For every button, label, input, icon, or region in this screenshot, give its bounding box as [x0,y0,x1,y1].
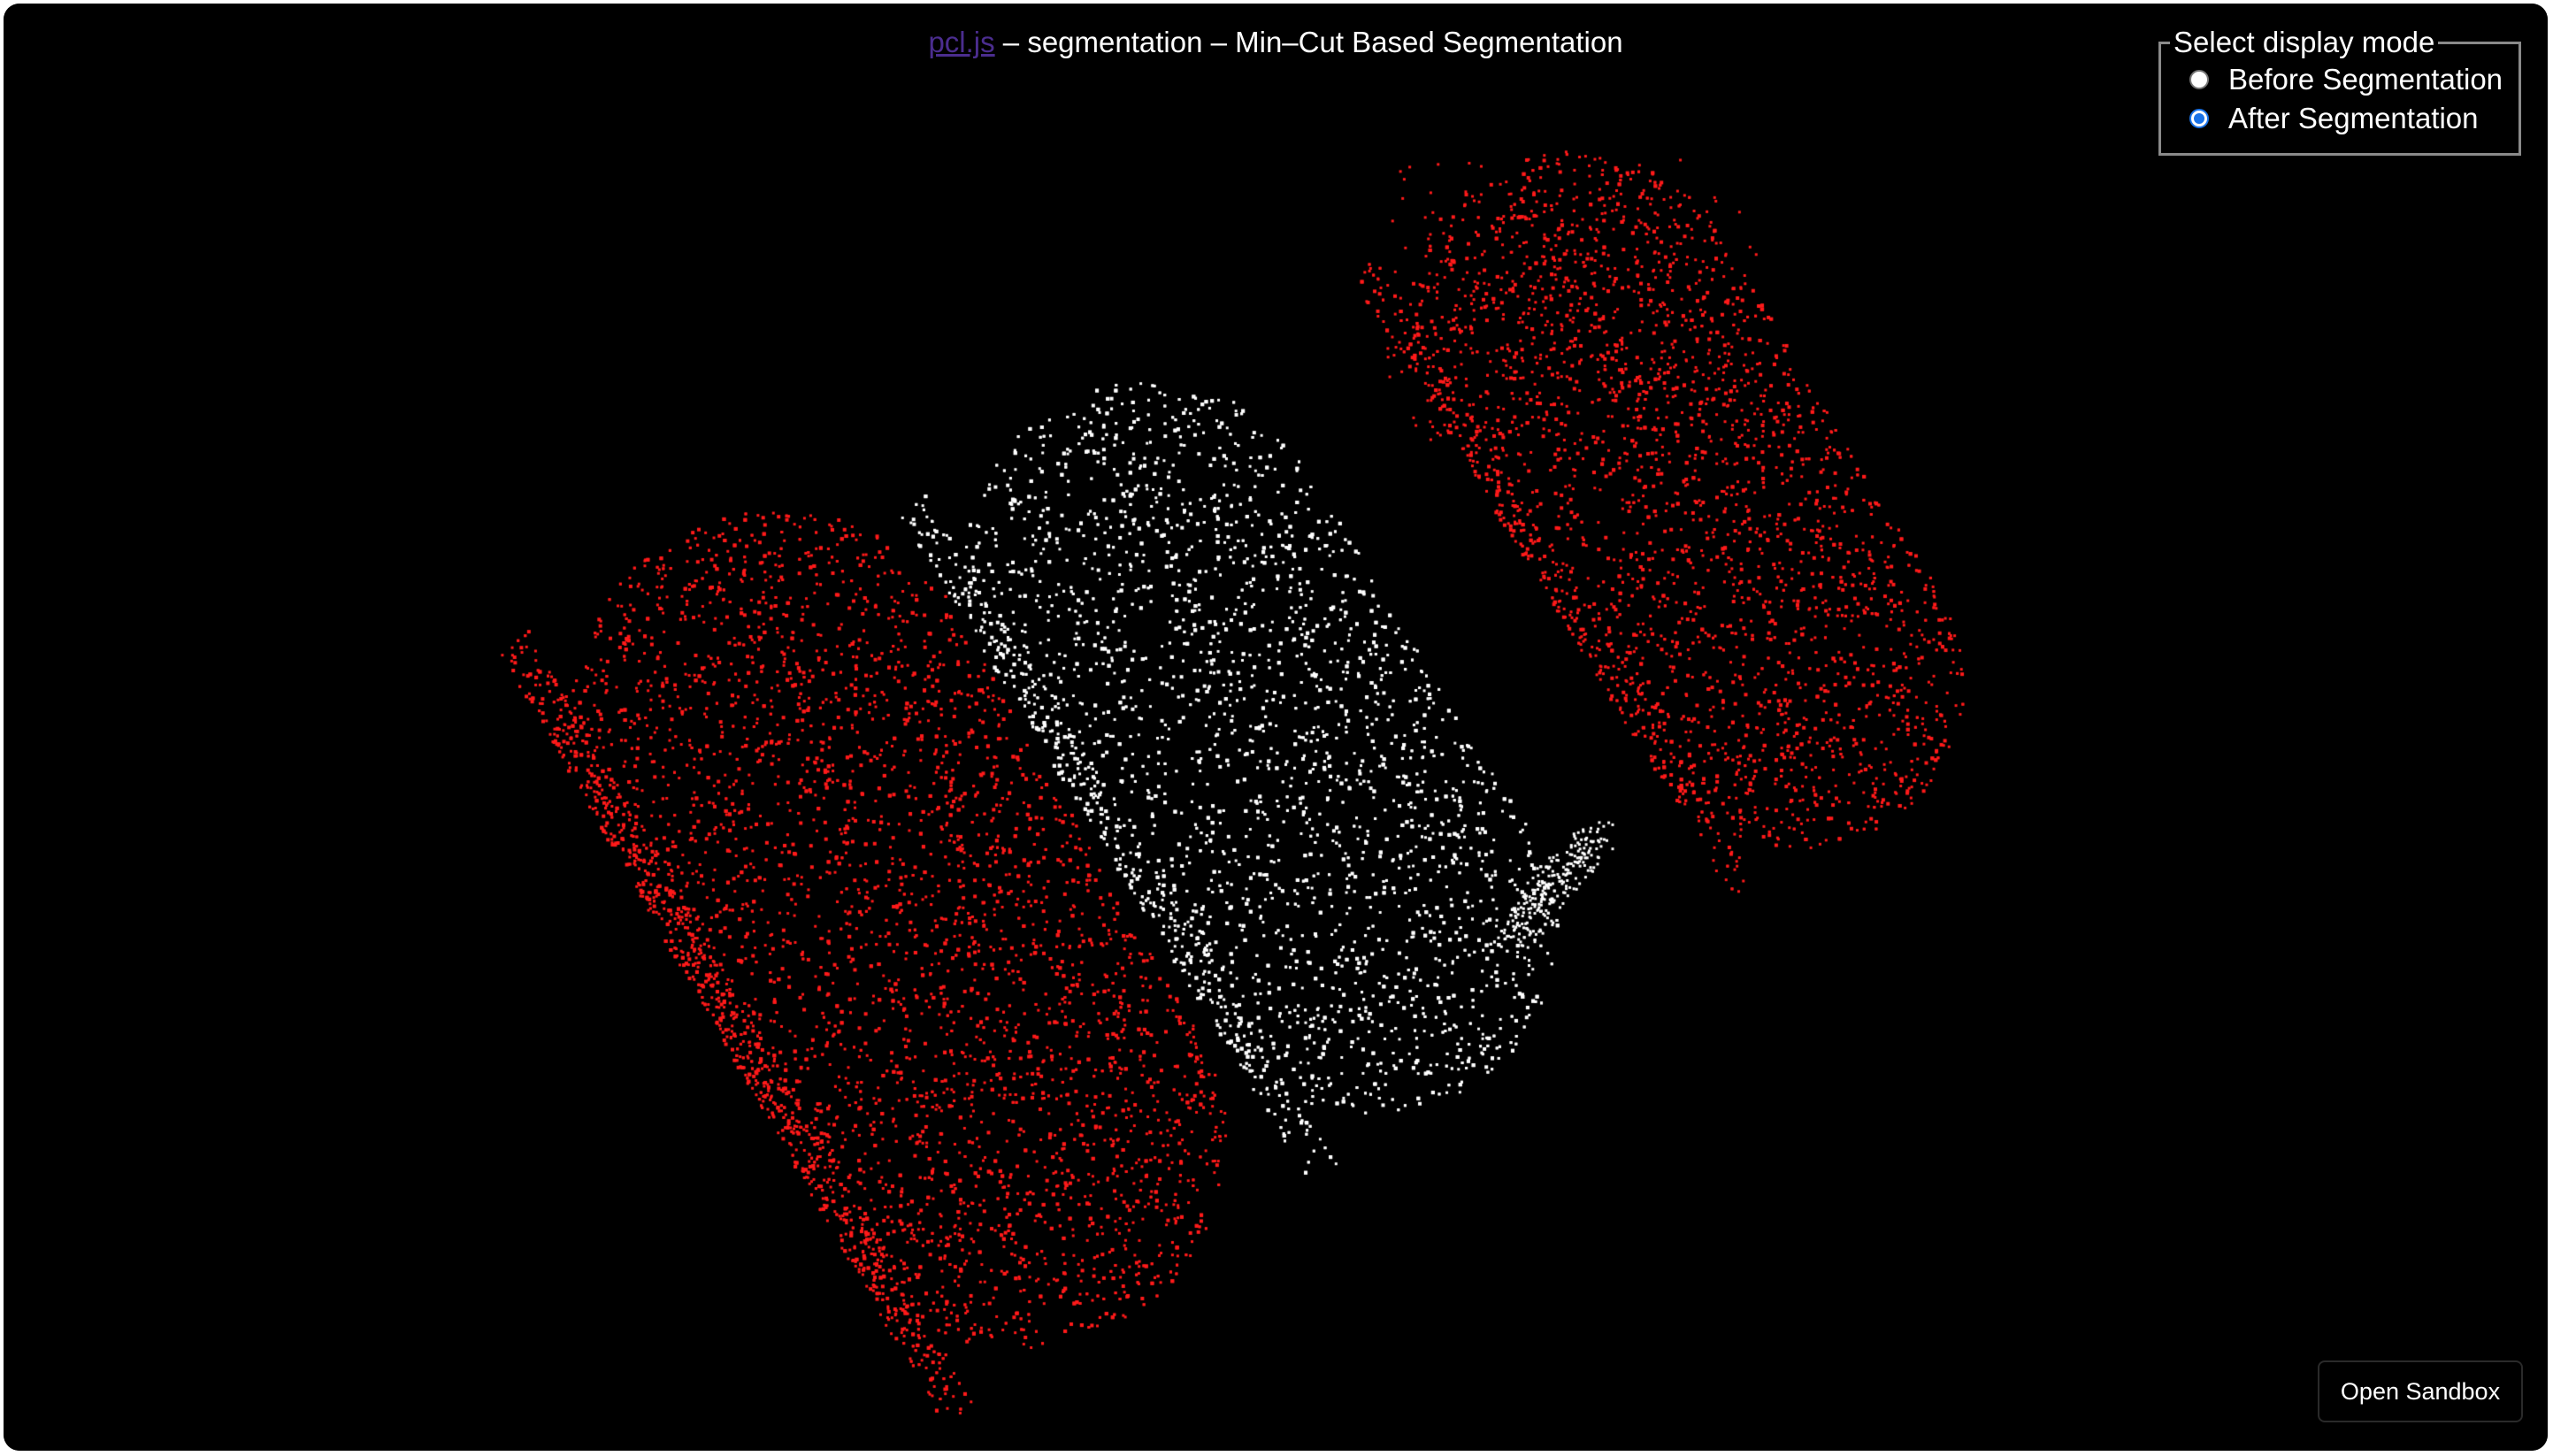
pcljs-link[interactable]: pcl.js [928,26,994,58]
display-mode-selector: Select display mode Before Segmentation … [2158,25,2521,156]
before-segmentation-label: Before Segmentation [2228,63,2503,96]
display-mode-legend: Select display mode [2174,26,2435,58]
option-before-segmentation[interactable]: Before Segmentation [2189,60,2518,99]
viewer-window: pcl.js – segmentation – Min–Cut Based Se… [4,4,2548,1451]
title-text: – segmentation – Min–Cut Based Segmentat… [994,26,1623,58]
after-segmentation-radio[interactable] [2189,109,2209,128]
point-cloud-canvas[interactable] [4,4,2548,1451]
after-segmentation-label: After Segmentation [2228,102,2479,134]
open-sandbox-button[interactable]: Open Sandbox [2318,1360,2523,1422]
option-after-segmentation[interactable]: After Segmentation [2189,99,2518,138]
before-segmentation-radio[interactable] [2189,70,2209,89]
